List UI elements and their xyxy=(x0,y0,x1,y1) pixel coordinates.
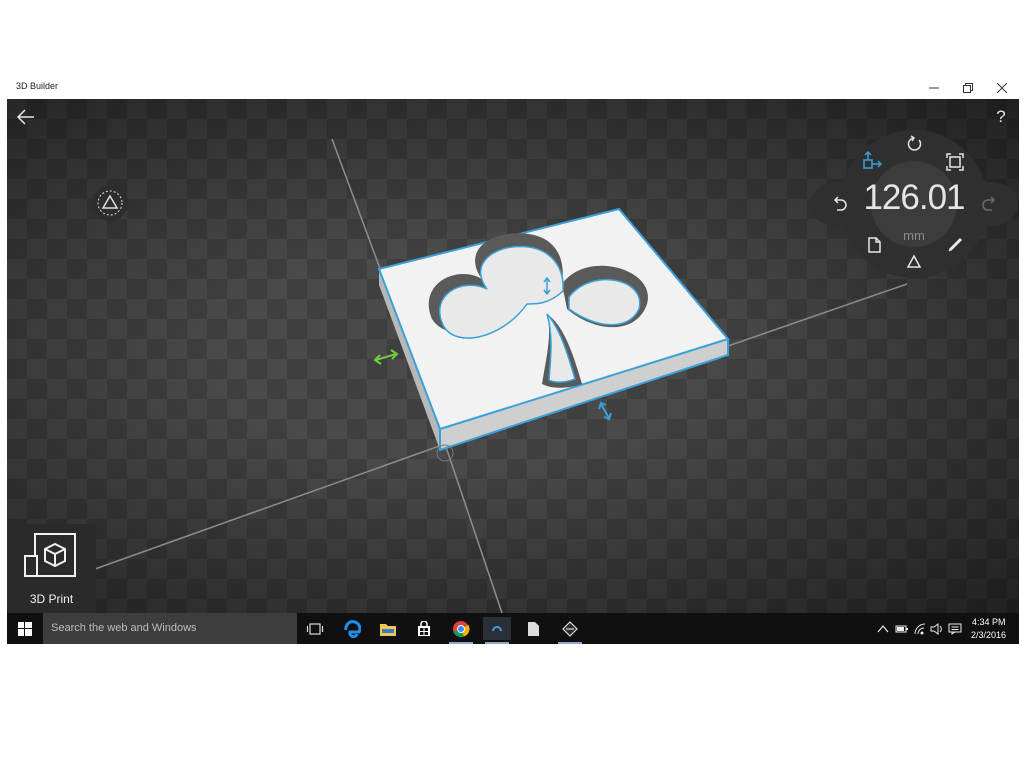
3d-print-label: 3D Print xyxy=(29,592,74,606)
edge-icon xyxy=(344,619,361,638)
help-button[interactable]: ? xyxy=(993,106,1009,128)
dimension-value[interactable]: 126.01 xyxy=(810,178,1018,218)
close-icon xyxy=(997,83,1007,93)
store-icon xyxy=(418,620,430,636)
scale-handle-blue[interactable] xyxy=(598,401,612,421)
search-placeholder: Search the web and Windows xyxy=(51,622,197,634)
triangle-icon[interactable] xyxy=(906,254,922,270)
edge-button[interactable] xyxy=(338,617,366,640)
restore-button[interactable] xyxy=(951,77,985,99)
triangle-icon xyxy=(97,190,123,216)
volume-icon[interactable] xyxy=(930,623,944,635)
chrome-button[interactable] xyxy=(447,617,475,644)
pen-app-taskbar-button[interactable] xyxy=(556,617,584,644)
dimension-unit: mm xyxy=(903,228,925,243)
task-view-icon xyxy=(306,622,324,635)
chevron-up-icon[interactable] xyxy=(877,624,889,634)
start-button[interactable] xyxy=(11,617,39,640)
rotate-icon[interactable] xyxy=(905,135,923,153)
grid-axis-line xyxy=(444,443,503,613)
3d-print-icon xyxy=(24,533,76,577)
restore-icon xyxy=(963,83,973,93)
wifi-icon[interactable] xyxy=(913,623,927,635)
move-icon[interactable] xyxy=(862,151,882,171)
3d-print-button[interactable]: 3D Print xyxy=(7,524,96,613)
file-explorer-button[interactable] xyxy=(374,617,402,640)
minimize-button[interactable] xyxy=(917,77,951,99)
windows-taskbar: Search the web and Windows 4:34 PM 2/3/2… xyxy=(7,613,1019,644)
grid-axis-line xyxy=(66,443,446,580)
task-view-button[interactable] xyxy=(301,617,329,640)
search-input[interactable]: Search the web and Windows xyxy=(43,613,297,644)
title-bar: 3D Builder xyxy=(7,77,1019,99)
arrow-left-icon xyxy=(16,109,34,125)
back-button[interactable] xyxy=(15,106,37,128)
window-title: 3D Builder xyxy=(16,81,59,91)
clock-time[interactable]: 4:34 PM xyxy=(972,617,1006,627)
3d-viewport[interactable]: ? 126.01 mm 3D Print xyxy=(7,99,1019,613)
close-button[interactable] xyxy=(985,77,1019,99)
pen-app-icon xyxy=(562,620,578,637)
scale-handle-green[interactable] xyxy=(373,349,399,365)
document-taskbar-button[interactable] xyxy=(519,617,547,640)
scale-icon[interactable] xyxy=(946,153,964,171)
battery-icon[interactable] xyxy=(895,624,909,634)
windows-start-icon xyxy=(18,621,32,636)
3d-builder-icon xyxy=(492,625,502,631)
document-icon xyxy=(528,621,539,636)
transform-dial: 126.01 mm xyxy=(810,130,1018,278)
notification-icon[interactable] xyxy=(948,623,962,635)
3d-builder-taskbar-button[interactable] xyxy=(483,617,511,644)
face-select-button[interactable] xyxy=(92,185,128,221)
minimize-icon xyxy=(929,87,939,89)
store-button[interactable] xyxy=(410,617,438,640)
file-explorer-icon xyxy=(380,623,396,636)
chrome-icon xyxy=(453,620,470,637)
app-window: 3D Builder ? 126.01 mm 3D Print Search t… xyxy=(7,77,1019,644)
clock-date[interactable]: 2/3/2016 xyxy=(971,630,1006,640)
